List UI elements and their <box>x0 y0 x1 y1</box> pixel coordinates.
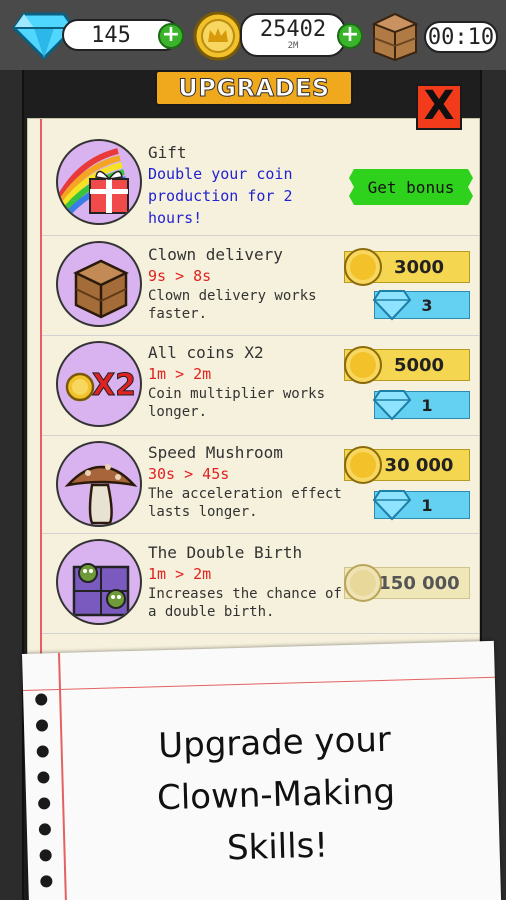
upgrade-name: The Double Birth <box>148 543 303 562</box>
binder-hole <box>36 745 49 758</box>
coin-counter: 25402 2M <box>240 13 346 57</box>
promo-line-3: Skills! <box>226 825 329 869</box>
upgrade-description: The acceleration effect lasts longer. <box>148 486 342 520</box>
coin-icon <box>193 11 243 61</box>
binder-hole <box>35 693 48 706</box>
coin-icon <box>344 564 382 602</box>
coin-cost: 3000 <box>393 256 445 278</box>
margin-line <box>40 119 42 677</box>
page-title: UPGRADES <box>155 70 353 106</box>
upgrade-name: All coins X2 <box>148 343 264 362</box>
left-frame <box>0 70 24 900</box>
upgrade-description: Increases the chance of a double birth. <box>148 586 342 620</box>
timer-display: 00:10 <box>424 21 498 53</box>
coin-icon <box>344 248 382 286</box>
gem-cost: 3 <box>421 295 433 315</box>
row-divider <box>42 435 479 436</box>
zombie-box-icon <box>56 539 142 625</box>
coin-count: 25402 <box>259 17 327 42</box>
coin-production-rate: 2M <box>287 41 299 51</box>
add-coins-button[interactable]: + <box>337 23 363 49</box>
gift-icon <box>56 139 142 225</box>
binder-hole <box>37 771 50 784</box>
gem-cost: 1 <box>421 495 433 515</box>
x2-label: X2 <box>91 368 137 404</box>
binder-hole <box>38 823 52 836</box>
coin-cost: 150 000 <box>378 572 460 594</box>
coin-icon <box>344 446 382 484</box>
upgrade-change: 1m > 2m <box>148 365 212 383</box>
binder-hole <box>39 849 52 862</box>
gift-description: Double your coin production for 2 hours! <box>148 165 293 227</box>
get-bonus-label: Get bonus <box>367 177 455 197</box>
diamond-icon <box>372 290 412 321</box>
binder-hole <box>38 797 51 810</box>
upgrades-panel: Gift Double your coin production for 2 h… <box>27 118 480 678</box>
get-bonus-button[interactable]: Get bonus <box>349 169 473 205</box>
crate-icon <box>56 241 142 327</box>
upgrade-change: 1m > 2m <box>148 565 212 583</box>
upgrade-change: 30s > 45s <box>148 465 230 483</box>
diamond-icon <box>372 390 412 421</box>
coin-x2-icon: X2 <box>56 341 142 427</box>
note-margin-line <box>57 652 68 900</box>
promo-note-card: Upgrade your Clown-Making Skills! <box>22 640 502 900</box>
upgrade-name: Clown delivery <box>148 245 283 264</box>
upgrade-name: Speed Mushroom <box>148 443 283 462</box>
top-bar: 145 + 25402 2M + 00:10 <box>0 0 506 70</box>
upgrade-description: Coin multiplier works longer. <box>148 386 326 420</box>
gem-count: 145 <box>91 22 131 48</box>
coin-cost: 30 000 <box>384 454 454 476</box>
upgrade-change: 9s > 8s <box>148 267 212 285</box>
note-top-line <box>23 676 495 691</box>
row-divider <box>42 633 479 634</box>
upgrade-description: Clown delivery works faster. <box>148 288 317 322</box>
diamond-icon <box>372 490 412 521</box>
crate-icon <box>371 12 419 62</box>
promo-text: Upgrade your Clown-Making Skills! <box>84 712 468 879</box>
mushroom-icon <box>56 441 142 527</box>
binder-hole <box>35 719 49 732</box>
close-icon: X <box>423 83 455 129</box>
row-divider <box>42 335 479 336</box>
row-divider <box>42 533 479 534</box>
binder-hole <box>40 875 53 888</box>
timer-value: 00:10 <box>427 24 495 50</box>
close-button[interactable]: X <box>416 84 462 130</box>
gem-cost: 1 <box>421 395 433 415</box>
coin-cost: 5000 <box>393 354 445 376</box>
coin-icon <box>344 346 382 384</box>
row-divider <box>42 235 479 236</box>
page-title-text: UPGRADES <box>178 74 330 103</box>
add-gems-button[interactable]: + <box>158 23 184 49</box>
gift-name: Gift <box>148 143 187 162</box>
